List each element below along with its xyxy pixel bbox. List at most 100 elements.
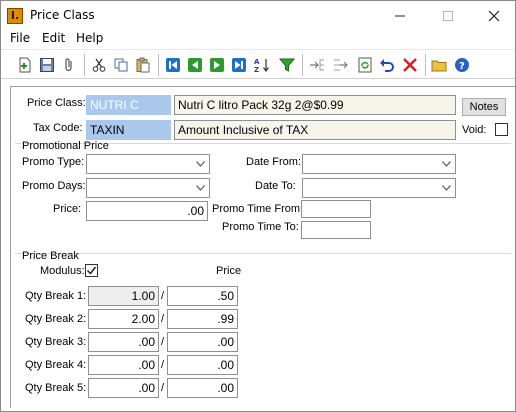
copy-icon [114, 58, 128, 72]
cut-button[interactable] [89, 55, 109, 75]
qty-break-2-price-field[interactable]: .99 [167, 309, 238, 329]
new-button[interactable] [15, 55, 35, 75]
delete-row-button[interactable] [331, 55, 351, 75]
menu-bar: File Edit Help [1, 30, 515, 48]
open-folder-button[interactable] [429, 55, 449, 75]
paste-button[interactable] [133, 55, 153, 75]
sort-button[interactable]: AZ [252, 55, 272, 75]
tax-code-description-field: Amount Inclusive of TAX [174, 120, 456, 140]
date-to-dropdown[interactable] [302, 178, 456, 198]
menu-edit[interactable]: Edit [42, 31, 65, 45]
notes-button[interactable]: Notes [462, 98, 506, 116]
svg-text:?: ? [459, 61, 465, 72]
refresh-icon [358, 57, 372, 73]
qty-break-3-label: Qty Break 3: [25, 336, 87, 348]
delete-row-icon [334, 59, 348, 71]
attach-button[interactable] [59, 55, 79, 75]
chevron-down-icon [438, 155, 455, 173]
previous-record-button[interactable] [185, 55, 205, 75]
qty-break-2-qty-field[interactable]: 2.00 [88, 309, 159, 329]
sort-icon: AZ [254, 58, 269, 73]
promo-type-dropdown[interactable] [86, 154, 210, 174]
date-from-dropdown[interactable] [302, 154, 456, 174]
form-panel: Price Class: NUTRI C Nutri C litro Pack … [10, 86, 515, 408]
insert-row-button[interactable] [307, 55, 327, 75]
last-record-button[interactable] [229, 55, 249, 75]
toolbar-separator [158, 54, 159, 76]
save-button[interactable] [37, 55, 57, 75]
divider [15, 253, 511, 254]
promo-type-label: Promo Type: [22, 156, 85, 168]
minimize-icon [395, 15, 405, 17]
minimize-button[interactable] [377, 1, 423, 30]
price-class-code-field[interactable]: NUTRI C [86, 95, 171, 115]
undo-icon [380, 59, 394, 72]
copy-button[interactable] [111, 55, 131, 75]
undo-button[interactable] [377, 55, 397, 75]
price-break-heading: Price Break [22, 250, 79, 262]
date-from-label: Date From: [246, 156, 302, 168]
delete-button[interactable] [400, 55, 420, 75]
qty-break-4-price-field[interactable]: .00 [167, 355, 238, 375]
close-button[interactable] [471, 1, 516, 30]
void-checkbox[interactable] [495, 123, 508, 136]
qty-price-separator: / [161, 336, 165, 348]
qty-break-2-label: Qty Break 2: [25, 313, 87, 325]
qty-break-3-price-field[interactable]: .00 [167, 332, 238, 352]
window-title: Price Class [30, 8, 95, 22]
price-class-label: Price Class: [27, 97, 86, 109]
promo-price-label: Price: [53, 203, 82, 215]
qty-break-1-qty-field[interactable]: 1.00 [88, 286, 159, 306]
price-class-description-field[interactable]: Nutri C litro Pack 32g 2@$0.99 [174, 95, 456, 115]
price-class-window: I. Price Class File Edit Help A Z ? Pric… [0, 0, 516, 412]
chevron-down-icon [438, 179, 455, 197]
delete-icon [403, 58, 417, 72]
promo-time-to-label: Promo Time To: [222, 221, 299, 233]
maximize-button[interactable] [425, 1, 471, 30]
open-folder-icon [431, 60, 447, 72]
promo-time-from-field[interactable] [301, 200, 371, 218]
qty-break-1-price-field[interactable]: .50 [167, 286, 238, 306]
filter-button[interactable] [277, 55, 297, 75]
qty-break-3-qty-field[interactable]: .00 [88, 332, 159, 352]
last-record-icon [232, 58, 246, 72]
help-button[interactable]: ? [452, 55, 472, 75]
attach-icon [65, 58, 72, 72]
paste-icon [136, 57, 150, 73]
promo-time-to-field[interactable] [301, 221, 371, 239]
void-label: Void: [462, 124, 487, 136]
qty-break-5-qty-field[interactable]: .00 [88, 378, 159, 398]
checkmark-icon [86, 266, 97, 275]
toolbar-separator [425, 54, 426, 76]
date-to-label: Date To: [255, 180, 296, 192]
next-record-icon [210, 58, 224, 72]
next-record-button[interactable] [207, 55, 227, 75]
qty-break-4-qty-field[interactable]: .00 [88, 355, 159, 375]
filter-icon [279, 58, 295, 72]
tax-code-field[interactable]: TAXIN [86, 120, 171, 140]
qty-break-5-price-field[interactable]: .00 [167, 378, 238, 398]
toolbar-separator [302, 54, 303, 76]
qty-price-separator: / [161, 382, 165, 394]
tax-code-label: Tax Code: [33, 122, 83, 134]
qty-break-4-label: Qty Break 4: [25, 359, 87, 371]
qty-price-separator: / [161, 290, 165, 302]
refresh-button[interactable] [355, 55, 375, 75]
modulus-label: Modulus: [40, 265, 85, 277]
modulus-checkbox[interactable] [85, 264, 98, 277]
promo-days-dropdown[interactable] [86, 178, 210, 198]
close-icon [488, 10, 500, 22]
first-record-icon [166, 58, 180, 72]
qty-break-5-label: Qty Break 5: [25, 382, 87, 394]
qty-price-separator: / [161, 313, 165, 325]
previous-record-icon [188, 58, 202, 72]
first-record-button[interactable] [163, 55, 183, 75]
promo-price-field[interactable]: .00 [86, 201, 208, 221]
promotional-price-heading: Promotional Price [22, 140, 109, 152]
title-bar: I. Price Class [1, 1, 515, 30]
promo-time-from-label: Promo Time From: [212, 203, 304, 215]
menu-file[interactable]: File [10, 31, 30, 45]
menu-help[interactable]: Help [76, 31, 103, 45]
save-icon [40, 58, 54, 72]
help-icon: ? [455, 58, 469, 72]
